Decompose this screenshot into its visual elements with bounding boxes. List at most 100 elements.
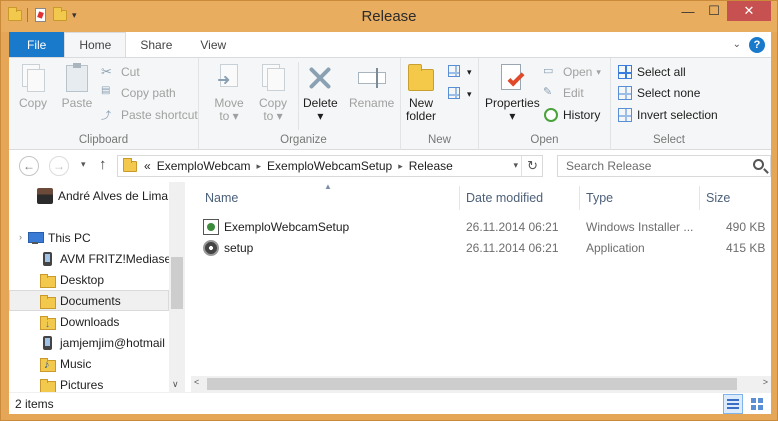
nav-item-desktop[interactable]: Desktop (39, 269, 169, 290)
back-arrow-icon: ← (23, 159, 35, 173)
minimize-button[interactable]: — (675, 1, 701, 21)
search-icon[interactable] (753, 159, 764, 170)
paste-shortcut-button[interactable]: ⤴ Paste shortcut (101, 105, 198, 125)
column-divider[interactable] (579, 186, 580, 210)
breadcrumb-item[interactable]: Release (409, 159, 453, 173)
nav-item-hotmail[interactable]: jamjemjim@hotmail (39, 332, 169, 353)
nav-item-downloads[interactable]: ↓ Downloads (39, 311, 169, 332)
breadcrumb-item[interactable]: ExemploWebcam (157, 159, 251, 173)
column-header-size[interactable]: Size (706, 191, 730, 205)
copy-label: Copy (18, 96, 47, 110)
select-none-button[interactable]: Select none (617, 83, 700, 103)
scroll-right-arrow-icon[interactable]: > (763, 377, 768, 387)
up-arrow-icon[interactable]: ↑ (99, 156, 107, 173)
paste-button[interactable]: Paste (61, 62, 93, 110)
nav-item-music[interactable]: ♪ Music (39, 353, 169, 374)
history-button[interactable]: History (543, 105, 600, 125)
help-icon[interactable]: ? (749, 36, 765, 53)
new-folder-label-2: folder (405, 109, 437, 123)
delete-button[interactable]: Delete ▾ (303, 62, 338, 123)
paste-icon (61, 62, 93, 94)
breadcrumb-overflow[interactable]: « (144, 159, 151, 173)
refresh-icon[interactable]: ↻ (527, 158, 538, 174)
nav-item-label: Desktop (60, 272, 105, 287)
close-button[interactable]: ✕ (727, 1, 771, 21)
scrollbar-thumb[interactable] (171, 257, 183, 309)
copy-to-button[interactable]: Copy to ▾ (257, 62, 289, 123)
nav-item-media-server[interactable]: AVM FRITZ!Mediaserver (39, 248, 169, 269)
tab-view[interactable]: View (186, 32, 240, 57)
scrollbar-thumb[interactable] (207, 378, 737, 390)
column-header-name[interactable]: Name (205, 191, 238, 205)
tab-share[interactable]: Share (126, 32, 186, 57)
cut-button[interactable]: ✂ Cut (101, 62, 140, 82)
back-button[interactable]: ← (19, 156, 39, 176)
forward-button[interactable]: → (49, 156, 69, 176)
file-row[interactable]: ExemploWebcamSetup 26.11.2014 06:21 Wind… (201, 217, 771, 237)
title-bar: ▾ Release — ☐ ✕ (1, 1, 777, 32)
copy-path-label: Copy path (121, 86, 176, 100)
details-view-button[interactable] (723, 394, 743, 414)
organize-group-label: Organize (280, 134, 327, 146)
select-group-label: Select (653, 134, 685, 146)
edit-button[interactable]: ✎ Edit (543, 83, 584, 103)
large-icons-view-button[interactable] (747, 394, 767, 414)
maximize-button[interactable]: ☐ (701, 1, 727, 21)
column-header-date[interactable]: Date modified (466, 191, 543, 205)
breadcrumb-item[interactable]: ExemploWebcamSetup (267, 159, 392, 173)
breadcrumb-chevron-icon[interactable]: ▸ (257, 161, 262, 172)
nav-pane-scrollbar[interactable]: ∨ (169, 182, 185, 392)
copy-path-button[interactable]: ▤ Copy path (101, 83, 176, 103)
recent-locations-chevron-icon[interactable]: ▾ (81, 159, 86, 170)
column-divider[interactable] (459, 186, 460, 210)
tab-file[interactable]: File (9, 32, 65, 57)
invert-selection-button[interactable]: Invert selection (617, 105, 718, 125)
nav-item-label: AVM FRITZ!Mediaserver (60, 251, 169, 266)
properties-button[interactable]: Properties ▾ (485, 62, 540, 123)
column-divider[interactable] (699, 186, 700, 210)
move-to-button[interactable]: ➜ Move to ▾ (213, 62, 245, 123)
open-button[interactable]: ▭ Open ▾ (543, 62, 601, 82)
properties-dropdown-icon[interactable]: ▾ (509, 110, 515, 123)
window-controls: — ☐ ✕ (675, 1, 771, 21)
nav-item-label: Pictures (60, 377, 104, 392)
scroll-down-arrow-icon[interactable]: ∨ (172, 379, 179, 390)
nav-item-this-pc[interactable]: This PC (27, 227, 169, 248)
delete-dropdown-icon[interactable]: ▾ (317, 110, 323, 123)
address-bar[interactable]: « ExemploWebcam ▸ ExemploWebcamSetup ▸ R… (117, 155, 543, 177)
large-icons-view-icon (751, 398, 763, 410)
file-list: ▲ Name Date modified Type Size ExemploWe… (191, 182, 771, 392)
search-input[interactable] (566, 159, 746, 173)
nav-item-documents[interactable]: Documents (9, 290, 169, 311)
media-server-icon (39, 251, 55, 267)
file-row[interactable]: setup 26.11.2014 06:21 Application 415 K… (201, 238, 771, 258)
content-area: André Alves de Lima › This PC AVM FRITZ!… (9, 182, 771, 392)
copy-button[interactable]: Copy (17, 62, 49, 110)
rename-button[interactable]: Rename (349, 62, 394, 110)
new-item-button[interactable]: ▾ (447, 62, 472, 82)
address-history-chevron-icon[interactable]: ▾ (513, 160, 518, 171)
nav-item-user[interactable]: André Alves de Lima (37, 185, 169, 206)
select-all-button[interactable]: Select all (617, 62, 686, 82)
open-group-label: Open (530, 134, 559, 146)
invert-selection-label: Invert selection (637, 108, 718, 122)
column-header-type[interactable]: Type (586, 191, 613, 205)
divider (521, 156, 522, 176)
new-group-label: New (427, 134, 451, 146)
tab-home[interactable]: Home (64, 32, 127, 57)
new-folder-button[interactable]: New folder (405, 62, 437, 123)
sort-ascending-icon: ▲ (324, 182, 332, 191)
select-none-icon (617, 85, 633, 101)
easy-access-button[interactable]: ▾ (447, 84, 472, 104)
expand-arrow-icon[interactable]: › (19, 232, 22, 242)
breadcrumb-chevron-icon[interactable]: ▸ (398, 161, 403, 172)
select-all-icon (617, 64, 633, 80)
paste-shortcut-icon: ⤴ (101, 111, 111, 122)
scroll-left-arrow-icon[interactable]: < (194, 377, 199, 387)
nav-item-label: André Alves de Lima (58, 188, 169, 203)
ribbon-tabs: File Home Share View ⌄ ? (9, 32, 771, 57)
expand-ribbon-chevron-icon[interactable]: ⌄ (733, 39, 741, 50)
search-box[interactable] (557, 155, 771, 177)
horizontal-scrollbar[interactable]: < > (191, 376, 771, 392)
nav-item-pictures[interactable]: Pictures (39, 374, 169, 392)
